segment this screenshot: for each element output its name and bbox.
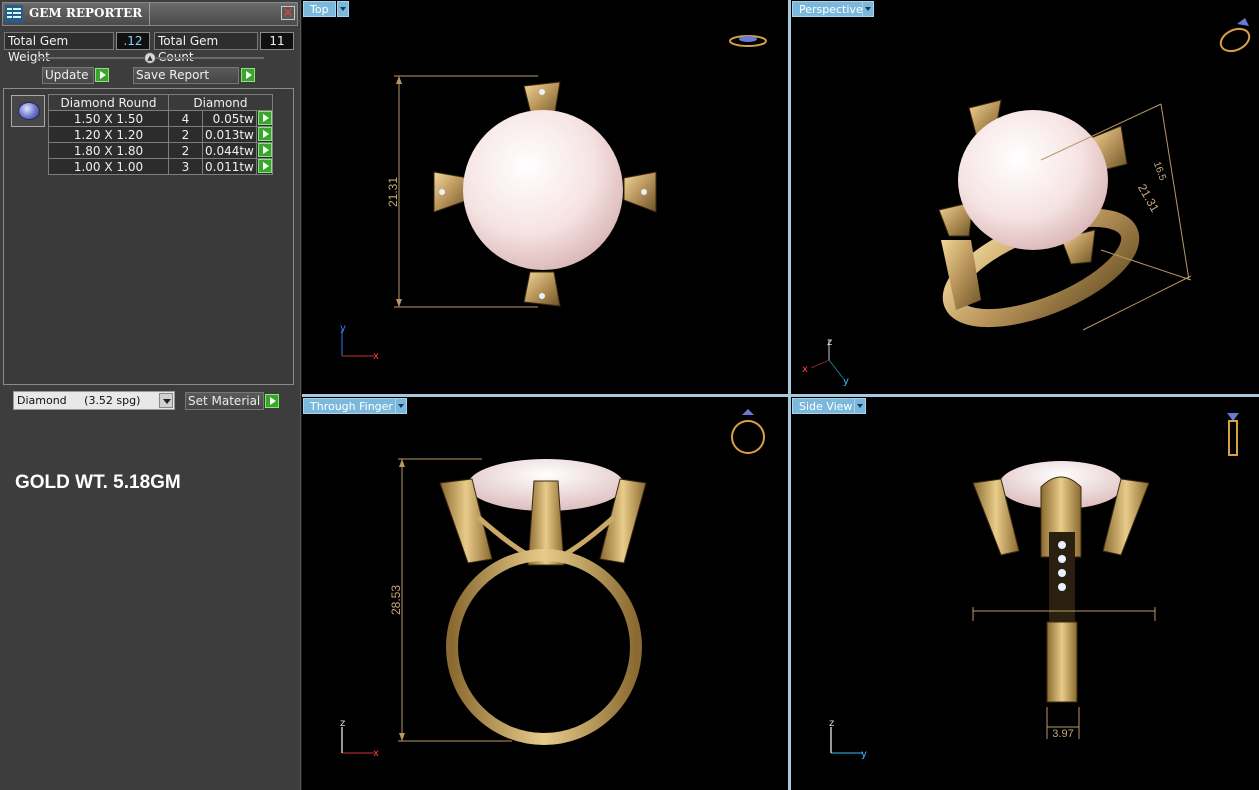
column-header-gem: Diamond	[168, 94, 273, 111]
tab-perspective[interactable]: Perspective	[792, 1, 870, 17]
tab-top[interactable]: Top	[303, 1, 336, 17]
perspective-view-render: 21.31 16.5 z x y	[802, 18, 1251, 387]
gold-weight-note: GOLD WT. 5.18GM	[15, 472, 181, 493]
gem-count: 2	[168, 142, 203, 159]
update-go-icon[interactable]	[95, 68, 109, 82]
axis-label-z: z	[340, 718, 345, 729]
gem-table: Diamond Round Diamond 1.50 X 1.50 4 0.05…	[48, 94, 273, 175]
top-view-render: 21.31 y x	[340, 35, 767, 362]
set-material-go-icon[interactable]	[265, 394, 279, 408]
gem-count: 4	[168, 110, 203, 127]
perspective-dimension-b: 16.5	[1151, 160, 1168, 182]
save-report-go-icon[interactable]	[241, 68, 255, 82]
viewport-perspective[interactable]: 21.31 16.5 z x y Perspective	[791, 0, 1259, 394]
table-row[interactable]: 1.50 X 1.50 4 0.05tw	[48, 110, 273, 127]
table-row[interactable]: 1.20 X 1.20 2 0.013tw	[48, 126, 273, 143]
axis-label-x: x	[802, 364, 808, 375]
axis-label-x: x	[373, 351, 379, 362]
close-icon[interactable]: ×	[281, 6, 295, 20]
row-go-icon[interactable]	[255, 158, 273, 175]
chevron-up-icon[interactable]: ▲	[144, 52, 156, 64]
axis-label-z: z	[829, 718, 834, 729]
gem-reporter-app-icon	[5, 5, 23, 23]
axis-label-y: y	[843, 376, 849, 387]
tab-side-view[interactable]: Side View	[792, 398, 860, 414]
tab-through-finger[interactable]: Through Finger	[303, 398, 400, 414]
chevron-down-icon[interactable]	[854, 398, 866, 414]
axis-label-z: z	[827, 337, 832, 348]
top-dimension-text: 21.31	[386, 177, 400, 207]
gem-weight: 0.013tw	[202, 126, 257, 143]
total-gem-count-value: 11	[260, 32, 294, 50]
material-selected-value: Diamond (3.52 spg)	[17, 394, 141, 407]
diamond-round-icon[interactable]	[11, 95, 45, 127]
side-dimension-text: 3.97	[1052, 728, 1073, 740]
row-go-icon[interactable]	[255, 126, 273, 143]
through-finger-view-render: 28.53 z x	[340, 409, 765, 759]
total-gem-weight-label: Total Gem Weight	[4, 32, 114, 64]
gem-list: Diamond Round Diamond 1.50 X 1.50 4 0.05…	[3, 88, 294, 385]
row-go-icon[interactable]	[255, 142, 273, 159]
side-view-render: 3.97 z y	[829, 413, 1239, 760]
perspective-ring-icon	[1219, 18, 1251, 53]
viewport-side-view[interactable]: 3.97 z y Side View	[791, 397, 1259, 790]
total-gem-count-label: Total Gem Count	[154, 32, 258, 64]
gem-size: 1.80 X 1.80	[48, 142, 169, 159]
gem-reporter-panel: GEM REPORTER × Total Gem Weight .12 Tota…	[0, 0, 301, 790]
chevron-down-icon[interactable]	[337, 1, 349, 17]
material-dropdown[interactable]: Diamond (3.52 spg)	[13, 391, 175, 410]
gem-weight: 0.044tw	[202, 142, 257, 159]
viewport-splitter-horizontal[interactable]	[302, 394, 1259, 397]
titlebar-divider	[149, 3, 150, 25]
gem-count: 2	[168, 126, 203, 143]
table-row[interactable]: 1.00 X 1.00 3 0.011tw	[48, 158, 273, 175]
perspective-dimension-a: 21.31	[1135, 181, 1162, 214]
top-ring-icon	[729, 35, 767, 47]
total-gem-weight-value: .12	[116, 32, 150, 50]
panel-title: GEM REPORTER	[29, 6, 143, 20]
axis-label-y: y	[861, 749, 867, 760]
gem-size: 1.20 X 1.20	[48, 126, 169, 143]
column-header-shape: Diamond Round	[48, 94, 169, 111]
gem-weight: 0.05tw	[202, 110, 257, 127]
update-button[interactable]: Update	[42, 67, 94, 84]
axis-label-x: x	[373, 748, 379, 759]
gem-size: 1.50 X 1.50	[48, 110, 169, 127]
through-finger-ring-icon	[731, 409, 765, 454]
chevron-down-icon[interactable]	[395, 398, 407, 414]
row-go-icon[interactable]	[255, 110, 273, 127]
viewport-top[interactable]: 21.31 y x Top	[302, 0, 788, 394]
gem-count: 3	[168, 158, 203, 175]
gem-weight: 0.011tw	[202, 158, 257, 175]
save-report-button[interactable]: Save Report	[133, 67, 239, 84]
viewport-through-finger[interactable]: 28.53 z x Through Finger	[302, 397, 788, 790]
chevron-down-icon[interactable]	[159, 393, 173, 408]
chevron-down-icon[interactable]	[862, 1, 874, 17]
panel-titlebar[interactable]: GEM REPORTER ×	[2, 2, 298, 26]
through-finger-dimension-text: 28.53	[389, 585, 403, 615]
gem-size: 1.00 X 1.00	[48, 158, 169, 175]
side-ring-icon	[1227, 413, 1239, 456]
axis-label-y: y	[340, 323, 346, 334]
set-material-button[interactable]: Set Material	[185, 392, 264, 410]
table-row[interactable]: 1.80 X 1.80 2 0.044tw	[48, 142, 273, 159]
